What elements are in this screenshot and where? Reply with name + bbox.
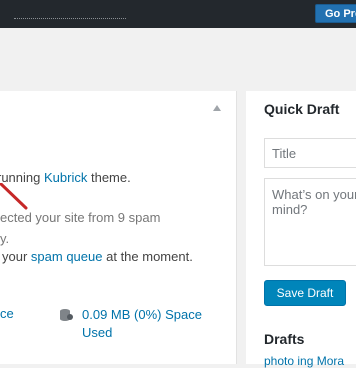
theme-link[interactable]: Kubrick <box>44 170 87 185</box>
theme-line-suffix: theme. <box>90 170 131 185</box>
database-icon <box>60 309 73 321</box>
save-draft-button[interactable]: Save Draft <box>264 280 346 306</box>
collapse-arrow-icon[interactable] <box>213 105 221 111</box>
spam-queue-line: your spam queue at the moment. <box>2 249 193 264</box>
queue-prefix: your <box>2 249 28 264</box>
dotted-divider <box>14 18 126 19</box>
queue-suffix: at the moment. <box>106 249 193 264</box>
red-arrow-icon <box>0 183 28 210</box>
space-used-text[interactable]: 0.09 MB (0%) Space Used <box>82 306 222 342</box>
admin-top-bar: Go Pro <box>0 0 356 28</box>
draft-content-input[interactable]: What’s on your mind? <box>264 178 356 266</box>
y-line: y. <box>0 231 10 246</box>
go-pro-button[interactable]: Go Pro <box>315 4 356 23</box>
spam-queue-link[interactable]: spam queue <box>31 249 103 264</box>
quick-draft-title: Quick Draft <box>264 101 340 117</box>
space-link-left[interactable]: ce <box>0 306 14 321</box>
draft-title-input[interactable]: Title <box>264 138 356 168</box>
draft-link[interactable]: photo ing Mora <box>264 354 344 368</box>
drafts-heading: Drafts <box>264 331 305 347</box>
